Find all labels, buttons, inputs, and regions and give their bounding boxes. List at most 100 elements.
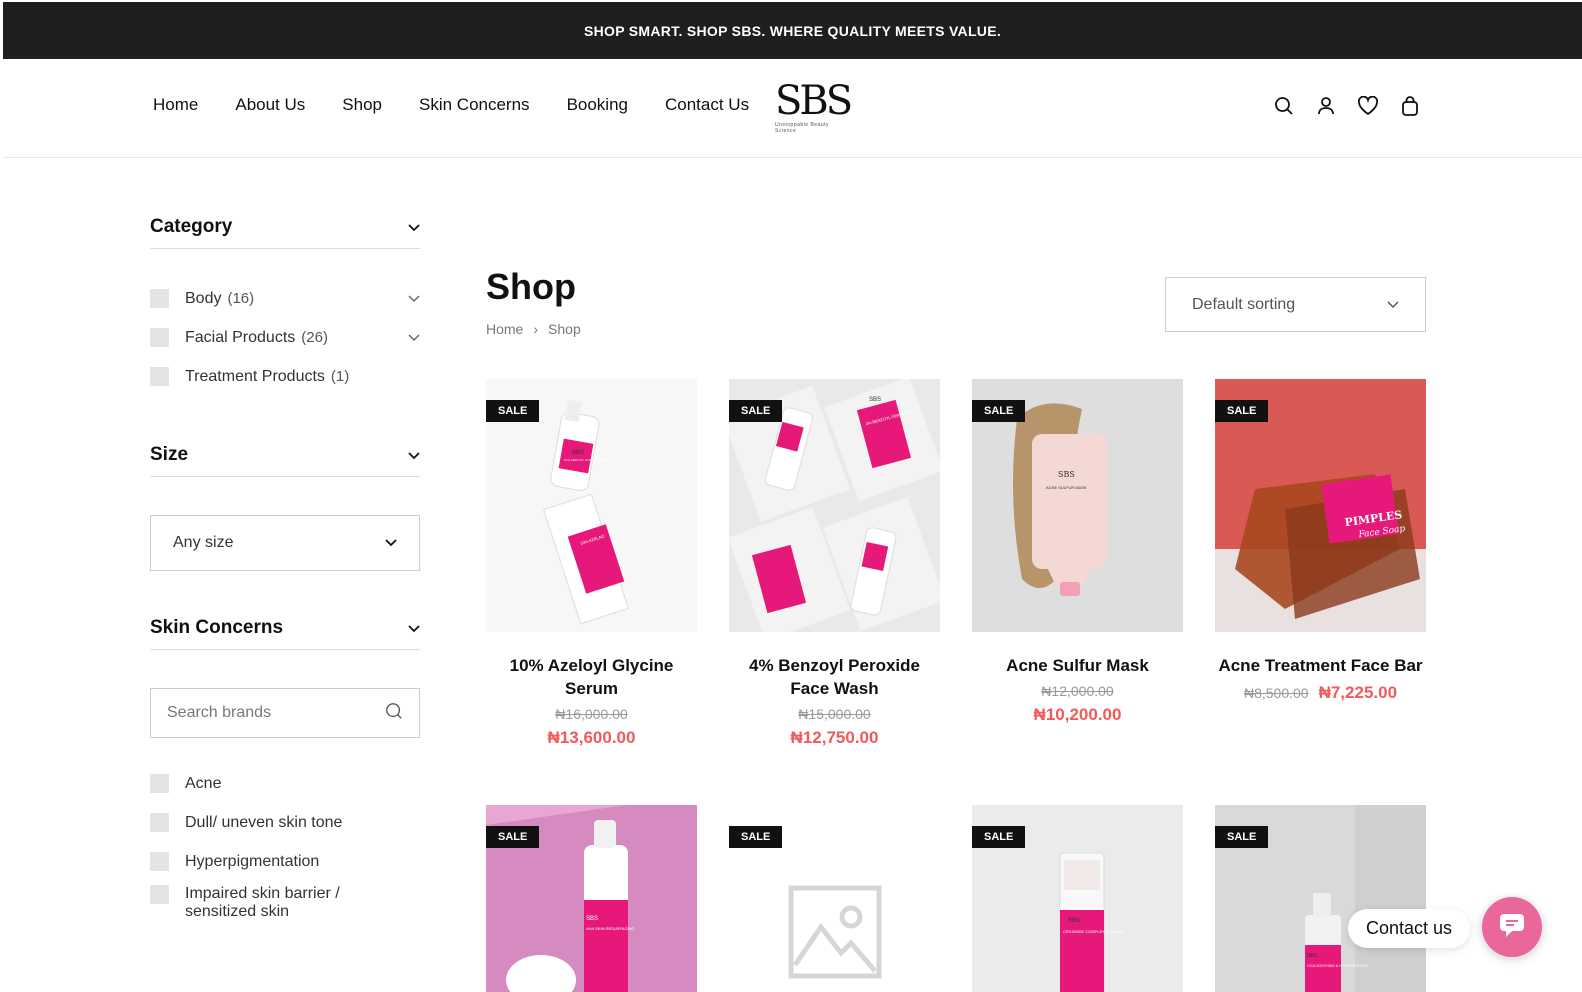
nav-booking[interactable]: Booking: [567, 95, 628, 115]
size-select-value: Any size: [173, 534, 234, 551]
product-image[interactable]: SBS 10% AZELOYL GLYCINE SERUM 10% AZELAI…: [486, 379, 697, 632]
product-label-text: AHA SKIN RESURFACING: [586, 926, 634, 931]
announcement-text: SHOP SMART. SHOP SBS. WHERE QUALITY MEET…: [583, 22, 1002, 39]
contact-us-label[interactable]: Contact us: [1348, 909, 1471, 948]
sale-badge: SALE: [729, 400, 783, 422]
product-card[interactable]: SBS CICA SOOTHING & HYDRATING MIST SALE: [1215, 805, 1426, 992]
site-logo[interactable]: SBS Unstoppable Beauty Science: [775, 81, 853, 134]
size-filter-header[interactable]: Size: [150, 444, 420, 477]
main-nav: Home About Us Shop Skin Concerns Booking…: [153, 95, 749, 115]
chevron-down-icon[interactable]: [408, 447, 420, 463]
product-card[interactable]: SBS ACNE SULFUR MASK SALE Acne Sulfur Ma…: [972, 379, 1183, 725]
sort-select[interactable]: Default sorting: [1165, 277, 1426, 332]
brand-search-placeholder: Search brands: [167, 704, 272, 721]
chevron-down-icon[interactable]: [408, 292, 420, 306]
sale-badge: SALE: [972, 826, 1026, 848]
category-count: (1): [330, 368, 350, 385]
product-label-text: 10% AZELOYL GLYCINE SERUM: [564, 458, 610, 462]
skin-item-impaired-barrier[interactable]: Impaired skin barrier / sensitized skin: [150, 885, 420, 921]
page-title: Shop: [486, 266, 576, 307]
nav-contact-us[interactable]: Contact Us: [665, 95, 749, 115]
product-card[interactable]: SBS CERAMIDE COMPLEX ESSENCE SALE: [972, 805, 1183, 992]
checkbox[interactable]: [150, 289, 169, 308]
chevron-down-icon: [1387, 296, 1399, 314]
search-icon[interactable]: [385, 702, 403, 725]
sale-badge: SALE: [486, 400, 540, 422]
skin-item-acne[interactable]: Acne: [150, 774, 420, 793]
skin-concern-label: Dull/ uneven skin tone: [185, 813, 343, 831]
product-name[interactable]: Acne Sulfur Mask: [972, 654, 1183, 677]
product-label-text: SBS: [869, 397, 881, 403]
nav-skin-concerns[interactable]: Skin Concerns: [419, 95, 530, 115]
product-image[interactable]: SBS CERAMIDE COMPLEX ESSENCE SALE: [972, 805, 1183, 992]
breadcrumb: Home › Shop: [486, 321, 581, 337]
chat-icon: [1498, 912, 1526, 943]
sale-badge: SALE: [1215, 400, 1269, 422]
skin-item-hyperpigmentation[interactable]: Hyperpigmentation: [150, 852, 420, 871]
product-image[interactable]: PIMPLES Face Soap SALE: [1215, 379, 1426, 632]
heart-icon[interactable]: [1357, 95, 1379, 117]
skin-concern-label: Hyperpigmentation: [185, 852, 320, 870]
product-card[interactable]: SALE: [729, 805, 940, 992]
category-item-body[interactable]: Body (16): [150, 289, 420, 308]
sort-select-value: Default sorting: [1192, 295, 1296, 313]
product-image[interactable]: SALE: [729, 805, 940, 992]
checkbox[interactable]: [150, 328, 169, 347]
product-price: ₦15,000.00 ₦12,750.00: [729, 706, 940, 748]
checkbox[interactable]: [150, 367, 169, 386]
product-label-text: SBS: [1307, 953, 1318, 959]
product-card[interactable]: 4% BENZOYL PEROXIDE SBS SALE 4% Benzoyl …: [729, 379, 940, 748]
product-image[interactable]: 4% BENZOYL PEROXIDE SBS SALE: [729, 379, 940, 632]
brand-search-input[interactable]: Search brands: [150, 688, 420, 738]
filter-sidebar: Category Body (16) Facial Products (26) …: [150, 216, 420, 921]
checkbox[interactable]: [150, 813, 169, 832]
nav-home[interactable]: Home: [153, 95, 198, 115]
breadcrumb-home[interactable]: Home: [486, 321, 523, 337]
sale-badge: SALE: [1215, 826, 1269, 848]
product-image[interactable]: SBS ACNE SULFUR MASK SALE: [972, 379, 1183, 632]
product-label-text: ACNE SULFUR MASK: [1046, 485, 1087, 490]
product-card[interactable]: SBS AHA SKIN RESURFACING SALE: [486, 805, 697, 992]
chevron-down-icon[interactable]: [408, 331, 420, 345]
product-card[interactable]: SBS 10% AZELOYL GLYCINE SERUM 10% AZELAI…: [486, 379, 697, 748]
product-image[interactable]: SBS CICA SOOTHING & HYDRATING MIST SALE: [1215, 805, 1426, 992]
chevron-down-icon[interactable]: [408, 219, 420, 235]
product-label-text: CERAMIDE COMPLEX ESSENCE: [1063, 929, 1125, 934]
chat-button[interactable]: [1482, 897, 1542, 957]
checkbox[interactable]: [150, 885, 169, 904]
site-header: Home About Us Shop Skin Concerns Booking…: [3, 59, 1582, 158]
skin-item-dull[interactable]: Dull/ uneven skin tone: [150, 813, 420, 832]
product-name[interactable]: 4% Benzoyl Peroxide Face Wash: [729, 654, 940, 700]
product-price: ₦12,000.00 ₦10,200.00: [972, 683, 1183, 725]
checkbox[interactable]: [150, 852, 169, 871]
skin-concern-label: Impaired skin barrier / sensitized skin: [185, 885, 340, 920]
search-icon[interactable]: [1273, 95, 1295, 117]
nav-about-us[interactable]: About Us: [235, 95, 305, 115]
skin-concerns-filter-header[interactable]: Skin Concerns: [150, 617, 420, 650]
nav-shop[interactable]: Shop: [342, 95, 382, 115]
category-item-treatment-products[interactable]: Treatment Products (1): [150, 367, 420, 386]
user-icon[interactable]: [1315, 95, 1337, 117]
checkbox[interactable]: [150, 774, 169, 793]
category-filter-header[interactable]: Category: [150, 216, 420, 249]
category-item-facial-products[interactable]: Facial Products (26): [150, 328, 420, 347]
product-card[interactable]: PIMPLES Face Soap SALE Acne Treatment Fa…: [1215, 379, 1426, 703]
product-price: ₦8,500.00 ₦7,225.00: [1215, 683, 1426, 703]
category-count: (16): [227, 290, 255, 307]
original-price: ₦12,000.00: [1041, 683, 1114, 699]
chevron-down-icon: [385, 534, 397, 552]
category-filter-title: Category: [150, 216, 233, 237]
breadcrumb-current: Shop: [548, 321, 581, 337]
product-name[interactable]: 10% Azeloyl Glycine Serum: [486, 654, 697, 700]
bag-icon[interactable]: [1399, 95, 1421, 117]
size-select[interactable]: Any size: [150, 515, 420, 571]
product-name[interactable]: Acne Treatment Face Bar: [1215, 654, 1426, 677]
product-image[interactable]: SBS AHA SKIN RESURFACING SALE: [486, 805, 697, 992]
sale-badge: SALE: [972, 400, 1026, 422]
sale-price: ₦7,225.00: [1318, 683, 1398, 702]
product-label-text: CICA SOOTHING & HYDRATING MIST: [1307, 964, 1370, 968]
size-filter-title: Size: [150, 444, 189, 465]
chevron-down-icon[interactable]: [408, 620, 420, 636]
skin-concerns-filter-title: Skin Concerns: [150, 617, 284, 638]
header-actions: [1273, 95, 1421, 117]
